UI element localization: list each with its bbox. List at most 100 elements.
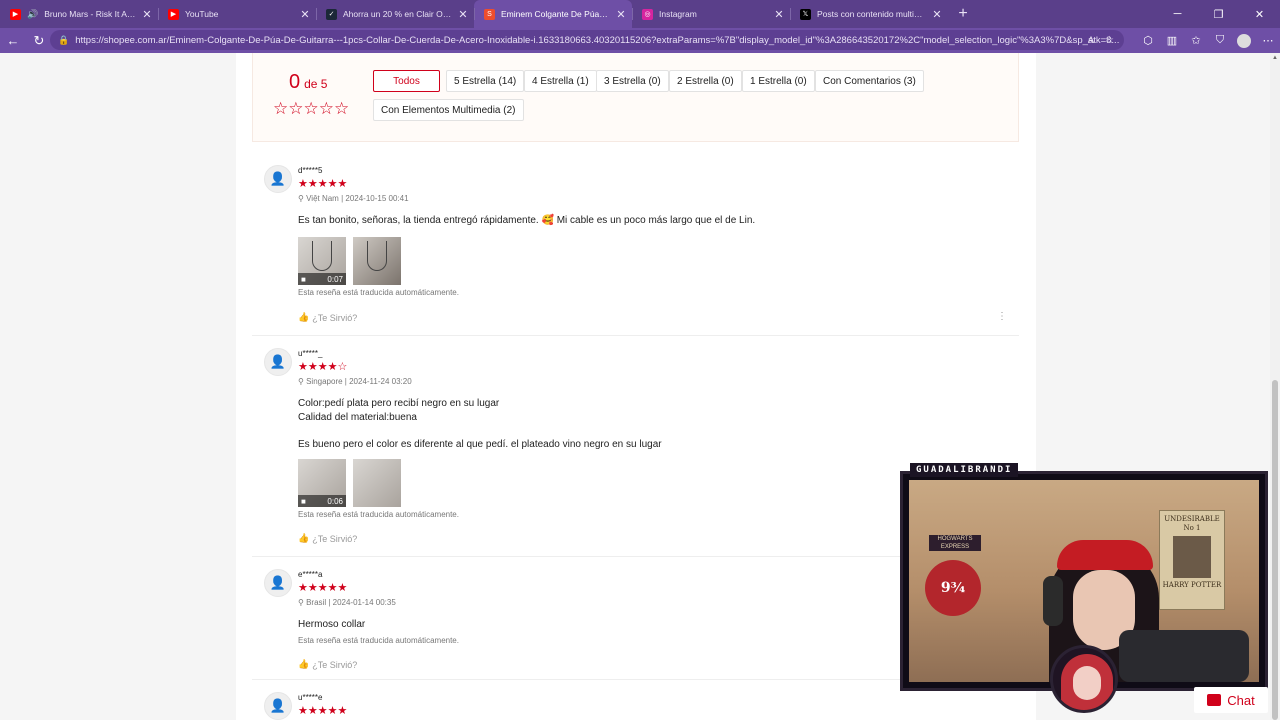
review-photo-thumbnail[interactable] bbox=[353, 459, 401, 507]
helpful-label: ¿Te Sirvió? bbox=[312, 533, 358, 544]
video-camera-icon: ■ bbox=[301, 496, 306, 506]
close-tab-icon[interactable]: ✕ bbox=[142, 8, 152, 21]
necklace-image bbox=[367, 241, 387, 271]
review-text: Es tan bonito, señoras, la tienda entreg… bbox=[298, 215, 756, 226]
close-tab-icon[interactable]: ✕ bbox=[932, 8, 942, 21]
review-meta: ⚲ Việt Nam | 2024-10-15 00:41 bbox=[298, 194, 409, 203]
minimize-icon[interactable]: ─ bbox=[1157, 0, 1198, 28]
review-video-thumbnail[interactable]: ■ 0:06 bbox=[298, 459, 346, 507]
review-text: Hermoso collar bbox=[298, 619, 366, 630]
review-location-date: Việt Nam | 2024-10-15 00:41 bbox=[306, 194, 409, 203]
lock-icon[interactable]: 🔒 bbox=[58, 35, 69, 46]
auto-translated-note: Esta reseña está traducida automáticamen… bbox=[298, 510, 459, 519]
user-avatar-icon[interactable]: 👤 bbox=[264, 569, 292, 597]
filter-1-star[interactable]: 1 Estrella (0) bbox=[742, 70, 815, 92]
restore-icon[interactable]: ❐ bbox=[1198, 0, 1239, 28]
youtube-favicon-icon: ▶ bbox=[168, 8, 179, 20]
filter-with-media[interactable]: Con Elementos Multimedia (2) bbox=[373, 99, 524, 121]
new-tab-button[interactable]: + bbox=[948, 0, 978, 28]
rating-summary: 0 de 5 ☆☆☆☆☆ Todos 5 Estrella (14) 4 Estr… bbox=[252, 53, 1019, 142]
review-stars: ★★★★★ bbox=[298, 178, 348, 190]
thumbs-up-icon: 👍 bbox=[298, 312, 310, 322]
auto-translated-note: Esta reseña está traducida automáticamen… bbox=[298, 636, 459, 645]
split-screen-icon[interactable]: ▥ bbox=[1160, 28, 1184, 53]
close-tab-icon[interactable]: ✕ bbox=[300, 8, 310, 21]
tab-title: Bruno Mars - Risk It All [Offici bbox=[44, 9, 136, 19]
review-meta: ⚲ Singapore | 2024-11-24 03:20 bbox=[298, 377, 412, 386]
review-photo-thumbnail[interactable] bbox=[353, 237, 401, 285]
tab-title: Eminem Colgante De Púa De Guita bbox=[501, 9, 610, 19]
tab-title: YouTube bbox=[185, 9, 219, 19]
poster-number: No 1 bbox=[1183, 524, 1201, 532]
user-avatar-icon[interactable]: 👤 bbox=[264, 165, 292, 193]
filter-5-stars[interactable]: 5 Estrella (14) bbox=[446, 70, 525, 92]
scroll-up-icon[interactable]: ▲ bbox=[1270, 55, 1280, 61]
x-favicon-icon: 𝕏 bbox=[800, 8, 811, 20]
channel-name: GUADALIBRANDI bbox=[910, 463, 1019, 477]
browser-tab-2[interactable]: ▶ YouTube ✕ bbox=[158, 0, 316, 28]
browser-tab-6[interactable]: 𝕏 Posts con contenido multimedia d ✕ bbox=[790, 0, 948, 28]
browser-tab-5[interactable]: ◎ Instagram ✕ bbox=[632, 0, 790, 28]
auto-translated-note: Esta reseña está traducida automáticamen… bbox=[298, 288, 459, 297]
tab-title: Posts con contenido multimedia d bbox=[817, 9, 926, 19]
shopee-favicon-icon: S bbox=[484, 8, 495, 20]
poster-heading: UNDESIRABLE bbox=[1164, 515, 1220, 523]
chat-button[interactable]: Chat bbox=[1194, 687, 1268, 713]
review-video-thumbnail[interactable]: ■ 0:07 bbox=[298, 237, 346, 285]
address-bar[interactable]: 🔒 https://shopee.com.ar/Eminem-Colgante-… bbox=[50, 30, 1124, 50]
review-item: 👤 d*****5 ★★★★★ ⚲ Việt Nam | 2024-10-15 … bbox=[252, 153, 1019, 336]
more-options-icon[interactable]: ⋮ bbox=[997, 311, 1007, 322]
review-username: u*****_ bbox=[298, 349, 323, 358]
rating-value: 0 bbox=[289, 71, 301, 93]
review-meta: ⚲ Brasil | 2024-01-14 00:35 bbox=[298, 598, 396, 607]
necklace-image bbox=[312, 241, 332, 271]
close-tab-icon[interactable]: ✕ bbox=[774, 8, 784, 21]
review-username: d*****5 bbox=[298, 166, 323, 175]
navigation-bar: ← ↻ 🔒 https://shopee.com.ar/Eminem-Colga… bbox=[0, 28, 1280, 53]
filter-todos[interactable]: Todos bbox=[373, 70, 440, 92]
favorite-star-icon[interactable]: ☆ bbox=[1105, 35, 1114, 46]
favorites-icon[interactable]: ✩ bbox=[1184, 28, 1208, 53]
helpful-button[interactable]: 👍 ¿Te Sirvió? bbox=[298, 659, 357, 670]
platform-sign: 9¾ bbox=[925, 560, 981, 616]
helpful-label: ¿Te Sirvió? bbox=[312, 659, 358, 670]
browser-tab-1[interactable]: ▶ 🔊 Bruno Mars - Risk It All [Offici ✕ bbox=[0, 0, 158, 28]
browser-tab-4[interactable]: S Eminem Colgante De Púa De Guita ✕ bbox=[474, 0, 632, 28]
helpful-button[interactable]: 👍 ¿Te Sirvió? bbox=[298, 533, 357, 544]
tab-title: Ahorra un 20 % en Clair Obscur: E bbox=[343, 9, 452, 19]
filter-2-stars[interactable]: 2 Estrella (0) bbox=[669, 70, 742, 92]
review-stars: ★★★★★ bbox=[298, 582, 348, 594]
filter-with-comments[interactable]: Con Comentarios (3) bbox=[815, 70, 924, 92]
review-stars: ★★★★☆ bbox=[298, 361, 348, 373]
thumbs-up-icon: 👍 bbox=[298, 533, 310, 543]
more-menu-icon[interactable]: ⋯ bbox=[1256, 28, 1280, 53]
back-icon[interactable]: ← bbox=[0, 28, 26, 53]
browser-tab-3[interactable]: ✓ Ahorra un 20 % en Clair Obscur: E ✕ bbox=[316, 0, 474, 28]
hogwarts-express-sign: HOGWARTS EXPRESS bbox=[929, 535, 981, 551]
close-window-icon[interactable]: ✕ bbox=[1239, 0, 1280, 28]
extensions-icon[interactable]: ⬡ bbox=[1136, 28, 1160, 53]
review-location-date: Singapore | 2024-11-24 03:20 bbox=[306, 377, 412, 386]
profile-avatar[interactable] bbox=[1232, 28, 1256, 53]
close-tab-icon[interactable]: ✕ bbox=[616, 8, 626, 21]
webcam-overlay: HOGWARTS EXPRESS 9¾ UNDESIRABLE No 1 HAR… bbox=[896, 463, 1274, 720]
video-duration: 0:06 bbox=[327, 496, 343, 506]
headset bbox=[1043, 576, 1063, 626]
video-camera-icon: ■ bbox=[301, 274, 306, 284]
chat-bubble-icon bbox=[1207, 694, 1222, 706]
user-avatar-icon[interactable]: 👤 bbox=[264, 348, 292, 376]
user-avatar-icon[interactable]: 👤 bbox=[264, 692, 292, 720]
thumbs-up-icon: 👍 bbox=[298, 659, 310, 669]
review-text-line: Es bueno pero el color es diferente al q… bbox=[298, 439, 662, 450]
refresh-icon[interactable]: ↻ bbox=[26, 28, 52, 53]
filter-4-stars[interactable]: 4 Estrella (1) bbox=[524, 70, 597, 92]
tab-strip: ▶ 🔊 Bruno Mars - Risk It All [Offici ✕ ▶… bbox=[0, 0, 1280, 28]
read-aloud-icon[interactable]: A bbox=[1088, 35, 1094, 45]
filter-3-stars[interactable]: 3 Estrella (0) bbox=[596, 70, 669, 92]
audio-playing-icon[interactable]: 🔊 bbox=[27, 9, 38, 20]
close-tab-icon[interactable]: ✕ bbox=[458, 8, 468, 21]
browser-essentials-icon[interactable]: ⛉ bbox=[1208, 28, 1232, 53]
tab-title: Instagram bbox=[659, 9, 697, 19]
helpful-button[interactable]: 👍 ¿Te Sirvió? bbox=[298, 312, 357, 323]
review-username: u*****e bbox=[298, 693, 323, 702]
